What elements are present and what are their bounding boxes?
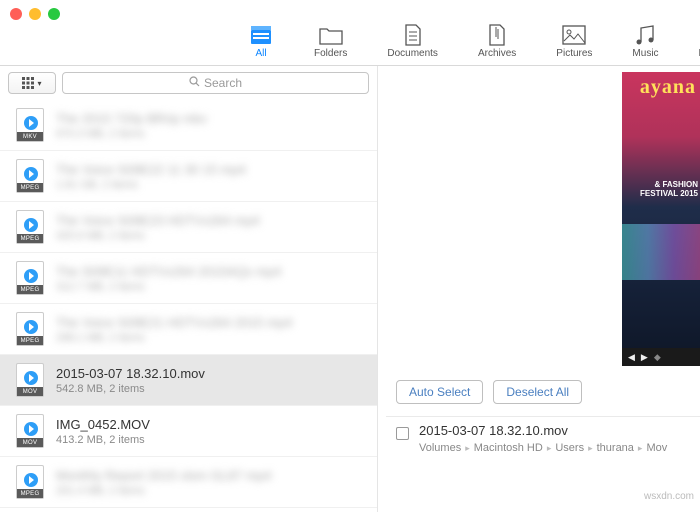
preview-banner-text: ayana (640, 76, 696, 99)
chevron-right-icon: ▸ (547, 443, 552, 454)
file-subtitle: 298.1 MB, 2 items (56, 332, 292, 344)
file-type-icon: MPEG (16, 210, 44, 244)
breadcrumb-segment[interactable]: Mov (646, 442, 667, 454)
maximize-window-button[interactable] (48, 8, 60, 20)
auto-select-button[interactable]: Auto Select (396, 380, 483, 404)
filter-label: All (255, 48, 266, 59)
list-item[interactable]: MOV IMG_0452.MOV 413.2 MB, 2 items (0, 406, 377, 457)
file-title: Monthly Report 2015 xlsm GL87 mp4 (56, 468, 271, 483)
filter-music[interactable]: Music (632, 24, 658, 59)
list-item[interactable]: MKV The 2015 720p BRrip mkv 670.3 MB, 2 … (0, 100, 377, 151)
file-detail-row: 2015-03-07 18.32.10.mov Volumes ▸ Macintos… (386, 416, 700, 454)
file-title: The Voice S09E21 HDTVx264 2015 mp4 (56, 315, 292, 330)
file-type-icon: MOV (16, 414, 44, 448)
search-row: ▾ Search (0, 66, 377, 100)
scrubber-icon[interactable]: ◆ (654, 352, 661, 363)
left-panel: ▾ Search MKV The 2015 720p BRrip mkv 670… (0, 66, 378, 512)
list-item[interactable]: MPEG Monthly Report 2015 xlsm GL87 mp4 2… (0, 457, 377, 508)
chevron-down-icon: ▾ (37, 79, 41, 88)
filter-documents[interactable]: Documents (387, 24, 438, 59)
chevron-right-icon: ▸ (465, 443, 470, 454)
minimize-window-button[interactable] (29, 8, 41, 20)
breadcrumb[interactable]: Volumes▸Macintosh HD▸Users▸thurana▸Mov (419, 442, 667, 454)
file-subtitle: 312.7 MB, 2 items (56, 281, 281, 293)
file-type-icon: MKV (16, 108, 44, 142)
file-list[interactable]: MKV The 2015 720p BRrip mkv 670.3 MB, 2 … (0, 100, 377, 512)
action-buttons: Auto Select Deselect All (386, 366, 700, 414)
search-input[interactable]: Search (62, 72, 369, 94)
file-type-icon: MPEG (16, 261, 44, 295)
file-title: The S09E11 HDTVx264 2015AQx mp4 (56, 264, 281, 279)
filter-label: Folders (314, 48, 347, 59)
list-item[interactable]: MOV 2015-03-07 18.32.10.mov 542.8 MB, 2 … (0, 355, 377, 406)
music-icon (632, 24, 658, 46)
detail-filename: 2015-03-07 18.32.10.mov (419, 423, 667, 438)
breadcrumb-segment[interactable]: thurana (597, 442, 634, 454)
chevron-right-icon: ▸ (588, 443, 593, 454)
filter-label: Documents (387, 48, 438, 59)
right-panel: ayana & FASHION FESTIVAL 2015 ◀ ▶ ◆ Auto… (378, 66, 700, 512)
filter-label: Archives (478, 48, 516, 59)
filter-folders[interactable]: Folders (314, 24, 347, 59)
deselect-all-button[interactable]: Deselect All (493, 380, 582, 404)
prev-icon[interactable]: ◀ (628, 352, 635, 363)
content-area: ▾ Search MKV The 2015 720p BRrip mkv 670… (0, 66, 700, 512)
filter-pictures[interactable]: Pictures (556, 24, 592, 59)
file-subtitle: 542.8 MB, 2 items (56, 383, 205, 395)
file-title: 2015-03-07 18.32.10.mov (56, 366, 205, 381)
folder-icon (318, 24, 344, 46)
video-controls: ◀ ▶ ◆ (622, 348, 700, 366)
video-preview[interactable]: ayana & FASHION FESTIVAL 2015 ◀ ▶ ◆ (622, 72, 700, 366)
file-type-icon: MOV (16, 363, 44, 397)
view-mode-button[interactable]: ▾ (8, 72, 56, 94)
document-icon (400, 24, 426, 46)
breadcrumb-segment[interactable]: Users (555, 442, 584, 454)
filter-archives[interactable]: Archives (478, 24, 516, 59)
file-subtitle: 1.81 GB, 2 items (56, 179, 246, 191)
file-type-icon: MPEG (16, 465, 44, 499)
breadcrumb-segment[interactable]: Volumes (419, 442, 461, 454)
list-item[interactable]: MPEG The Voice S09E21 HDTVx264 2015 mp4 … (0, 304, 377, 355)
list-item[interactable]: MPEG The Voice S09E22 11 30 15 mp4 1.81 … (0, 151, 377, 202)
file-checkbox[interactable] (396, 427, 409, 440)
preview-sub-text: & FASHION FESTIVAL 2015 (626, 180, 698, 198)
picture-icon (561, 24, 587, 46)
all-icon (248, 24, 274, 46)
list-item[interactable]: MPEG The Voice S09E23 HDTVx264 mp4 425.6… (0, 202, 377, 253)
search-icon (189, 76, 200, 90)
chevron-right-icon: ▸ (638, 443, 643, 454)
file-type-icon: MPEG (16, 312, 44, 346)
window-titlebar (0, 6, 700, 22)
breadcrumb-segment[interactable]: Macintosh HD (474, 442, 543, 454)
search-placeholder: Search (204, 76, 242, 90)
file-title: The 2015 720p BRrip mkv (56, 111, 207, 126)
filter-label: Pictures (556, 48, 592, 59)
list-item[interactable]: MPEG The S09E11 HDTVx264 2015AQx mp4 312… (0, 253, 377, 304)
preview-stage-lights (622, 224, 700, 280)
file-title: IMG_0452.MOV (56, 417, 150, 432)
file-subtitle: 201.4 MB, 2 items (56, 485, 271, 497)
play-icon[interactable]: ▶ (641, 352, 648, 363)
file-type-icon: MPEG (16, 159, 44, 193)
close-window-button[interactable] (10, 8, 22, 20)
file-subtitle: 670.3 MB, 2 items (56, 128, 207, 140)
file-title: The Voice S09E23 HDTVx264 mp4 (56, 213, 260, 228)
watermark: wsxdn.com (644, 491, 694, 502)
file-subtitle: 425.6 MB, 2 items (56, 230, 260, 242)
toolbar: All Folders Documents Archives Pictures (0, 22, 700, 66)
file-title: The Voice S09E22 11 30 15 mp4 (56, 162, 246, 177)
filter-label: Music (632, 48, 658, 59)
filter-all[interactable]: All (248, 24, 274, 59)
archive-icon (484, 24, 510, 46)
file-subtitle: 413.2 MB, 2 items (56, 434, 150, 446)
